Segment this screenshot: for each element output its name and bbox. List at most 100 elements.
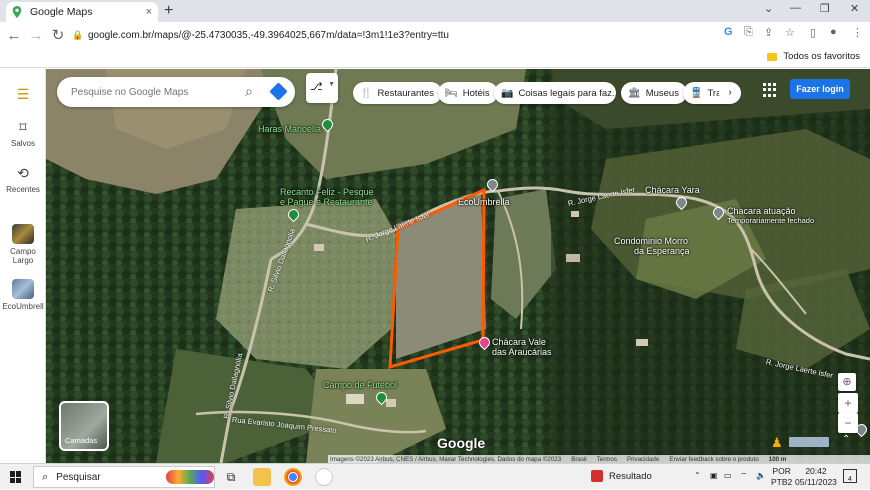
profile-avatar-icon[interactable]: ●	[830, 26, 837, 38]
tab-google-maps[interactable]: Google Maps ×	[6, 2, 158, 22]
tab-search-icon[interactable]: ⌄	[764, 2, 773, 15]
forward-arrow-icon[interactable]: →	[25, 27, 47, 44]
maps-search-box[interactable]: ⌕	[57, 77, 295, 107]
google-logo: Google	[437, 435, 486, 451]
windows-taskbar: ⌕ Pesquisar ⧉ Resultado ⌃ ▣ ▭ ⌔ 🔈 POR PT…	[0, 463, 870, 489]
ecoumbrella-thumbnail	[12, 279, 34, 299]
taskbar-result-widget[interactable]: Resultado	[591, 470, 652, 482]
place-condominio-line2[interactable]: da Esperança	[634, 246, 690, 256]
tab-strip: Google Maps × + ⌄ — ❐ ✕	[0, 0, 870, 22]
feedback-link[interactable]: Enviar feedback sobre o produto	[669, 455, 758, 463]
side-panel-icon[interactable]: ▯	[810, 26, 816, 39]
place-condominio-line1[interactable]: Condominio Morro	[614, 236, 688, 246]
transport-mode-button[interactable]: ⎇ ▼	[306, 73, 338, 103]
file-explorer-icon[interactable]	[253, 468, 271, 486]
chrome-taskbar-icon[interactable]	[284, 468, 302, 486]
close-window-button[interactable]: ✕	[850, 2, 859, 15]
minimize-button[interactable]: —	[790, 2, 801, 14]
pegman-icon[interactable]: ♟	[771, 435, 783, 451]
scale-bar[interactable]: 100 m	[769, 455, 787, 463]
place-haras-manoella[interactable]: Haras Manoella	[258, 124, 321, 134]
system-clock[interactable]: 20:42 05/11/2023	[795, 466, 837, 488]
site-info-icon[interactable]: 🔒	[72, 30, 83, 41]
chip-things-to-do-label: Coisas legais para faz...	[518, 87, 616, 99]
share-icon[interactable]: ⇪	[764, 26, 773, 39]
rail-recents[interactable]: ⟲ Recentes	[0, 165, 46, 194]
rail-recent-ecoumbrella[interactable]: EcoUmbrell	[0, 279, 46, 311]
chips-next-arrow-icon[interactable]: ›	[719, 82, 741, 104]
fork-knife-icon: 🍴	[360, 87, 373, 99]
place-chacara-vale-line2[interactable]: das Araucárias	[492, 347, 552, 357]
chip-restaurants-label: Restaurantes	[377, 87, 434, 99]
search-input[interactable]	[71, 86, 231, 98]
google-apps-icon[interactable]	[763, 83, 777, 97]
place-chacara-atuacao[interactable]: Chacara atuação	[727, 206, 796, 216]
place-chacara-yara[interactable]: Chácara Yara	[645, 185, 700, 195]
terms-link[interactable]: Termos	[597, 455, 617, 463]
search-highlight-icon[interactable]	[166, 470, 214, 484]
expand-collapse-icon[interactable]: ⌃	[842, 434, 850, 445]
new-tab-button[interactable]: +	[164, 2, 173, 20]
chip-museums[interactable]: 🏛 Museus	[621, 82, 687, 104]
pinned-app-icon[interactable]	[315, 468, 333, 486]
windows-start-icon[interactable]	[10, 471, 22, 483]
layers-label: Camadas	[65, 436, 98, 445]
place-campo-futebol[interactable]: Campo de Futebol	[323, 380, 397, 390]
chip-hotels[interactable]: 🛏 Hotéis	[438, 82, 498, 104]
satellite-imagery	[46, 69, 870, 463]
reload-icon[interactable]: ↻	[47, 26, 69, 44]
imagery-thumbnails[interactable]	[789, 437, 829, 447]
country-link[interactable]: Brasil	[571, 455, 586, 463]
language-code: POR	[772, 466, 791, 476]
zoom-out-button[interactable]: −	[838, 413, 858, 433]
place-ecoumbrella[interactable]: EcoUmbrella	[458, 197, 510, 207]
sign-in-button[interactable]: Fazer login	[790, 79, 850, 99]
all-bookmarks-folder[interactable]: Todos os favoritos	[767, 51, 860, 62]
satellite-map[interactable]: ⌕ ⎇ ▼ 🍴 Restaurantes 🛏 Hotéis 📷 Coisas l…	[46, 69, 870, 463]
zoom-in-button[interactable]: +	[838, 393, 858, 413]
address-bar[interactable]: 🔒 google.com.br/maps/@-25.4730035,-49.39…	[72, 25, 720, 45]
chip-museums-label: Museus	[645, 87, 679, 99]
back-arrow-icon[interactable]: ←	[3, 27, 25, 44]
restore-button[interactable]: ❐	[820, 2, 830, 15]
search-icon: ⌕	[42, 470, 49, 483]
my-location-icon[interactable]: ⊕	[838, 373, 856, 391]
task-view-icon[interactable]: ⧉	[222, 468, 240, 486]
google-lens-icon[interactable]: G	[724, 26, 733, 38]
tab-title: Google Maps	[30, 6, 93, 18]
bed-icon: 🛏	[445, 87, 458, 99]
tray-chevron-icon[interactable]: ⌃	[694, 471, 701, 480]
rail-ecoumbrella-label: EcoUmbrell	[2, 302, 44, 311]
place-recanto-feliz-line1[interactable]: Recanto Feliz - Pesque	[280, 187, 374, 197]
bookmark-star-icon[interactable]: ☆	[785, 26, 795, 39]
result-label: Resultado	[609, 470, 652, 482]
taskbar-search-placeholder: Pesquisar	[56, 471, 101, 483]
place-recanto-feliz-line2[interactable]: e Pague e Restaurante	[280, 197, 373, 207]
volume-icon[interactable]: 🔈	[756, 471, 766, 480]
install-app-icon[interactable]: ⎘	[744, 26, 753, 39]
url-text: google.com.br/maps/@-25.4730035,-49.3964…	[88, 29, 449, 41]
privacy-link[interactable]: Privacidade	[627, 455, 659, 463]
bookmarks-folder-label: Todos os favoritos	[783, 51, 860, 62]
tray-app-icon[interactable]: ▣	[710, 471, 718, 480]
notification-count: 4	[848, 476, 852, 483]
hamburger-menu-icon: ☰	[16, 86, 30, 102]
network-icon[interactable]: ▭	[724, 471, 732, 480]
notification-center-icon[interactable]: 4	[843, 469, 857, 483]
input-language-indicator[interactable]: POR PTB2	[771, 466, 792, 488]
tab-close-icon[interactable]: ×	[146, 6, 152, 18]
rail-saved[interactable]: ⌑ Salvos	[0, 119, 46, 148]
wifi-icon[interactable]: ⌔	[740, 471, 748, 481]
layers-button[interactable]: Camadas	[59, 401, 109, 451]
chip-things-to-do[interactable]: 📷 Coisas legais para faz...	[494, 82, 616, 104]
rail-recents-label: Recentes	[6, 185, 40, 194]
main-menu-button[interactable]: ☰	[0, 86, 46, 106]
directions-icon[interactable]	[269, 82, 288, 101]
history-icon: ⟲	[17, 165, 29, 181]
route-icon: ⎇	[310, 81, 323, 93]
rail-recent-campo-largo[interactable]: Campo Largo	[0, 224, 46, 265]
browser-menu-icon[interactable]: ⋮	[852, 26, 863, 39]
place-chacara-vale-line1[interactable]: Chácara Vale	[492, 337, 546, 347]
chip-restaurants[interactable]: 🍴 Restaurantes	[353, 82, 442, 104]
search-icon[interactable]: ⌕	[245, 83, 253, 100]
